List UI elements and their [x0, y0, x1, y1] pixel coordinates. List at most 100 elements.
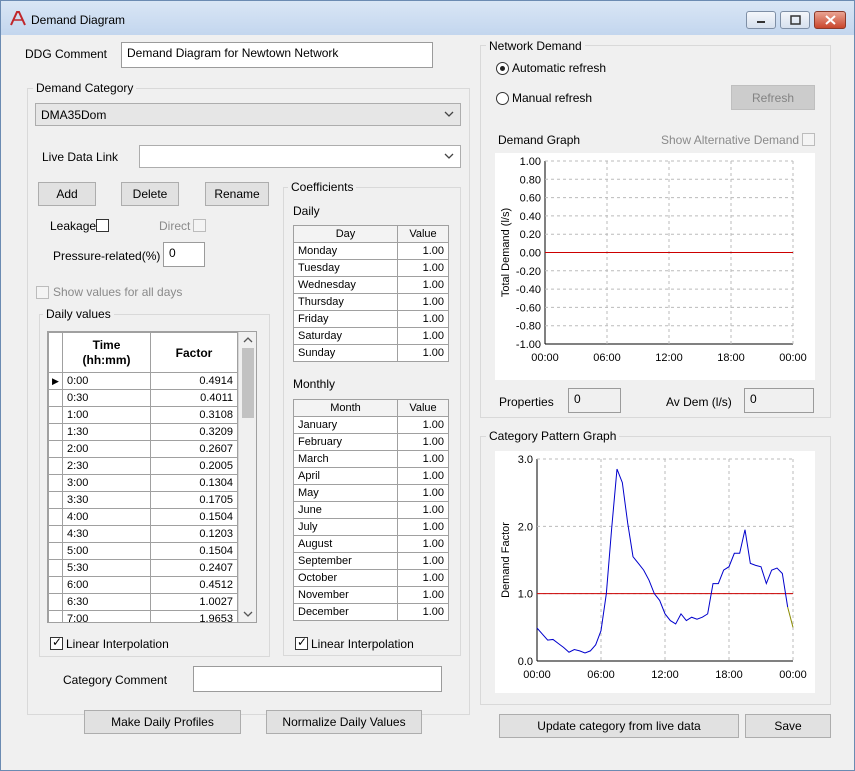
table-row[interactable]: 7:00 1.9653: [48, 610, 238, 622]
automatic-refresh-radio[interactable]: [496, 62, 509, 75]
time-cell[interactable]: 0:30: [62, 389, 151, 407]
factor-cell[interactable]: 0.2407: [150, 559, 238, 577]
time-cell[interactable]: 7:00: [62, 610, 151, 622]
time-cell[interactable]: 2:00: [62, 440, 151, 458]
factor-cell[interactable]: 1.9653: [150, 610, 238, 622]
row-header[interactable]: [48, 457, 63, 475]
daily-value-cell[interactable]: 1.00: [397, 327, 449, 345]
time-cell[interactable]: 1:00: [62, 406, 151, 424]
row-header[interactable]: [48, 491, 63, 509]
time-cell[interactable]: 1:30: [62, 423, 151, 441]
factor-cell[interactable]: 0.4914: [150, 372, 238, 390]
table-row[interactable]: 2:00 0.2607: [48, 440, 238, 458]
monthly-value-cell[interactable]: 1.00: [397, 484, 449, 502]
monthly-value-cell[interactable]: 1.00: [397, 535, 449, 553]
table-row[interactable]: April 1.00: [293, 467, 449, 485]
time-cell[interactable]: 4:30: [62, 525, 151, 543]
time-cell[interactable]: 2:30: [62, 457, 151, 475]
normalize-daily-values-button[interactable]: Normalize Daily Values: [266, 710, 422, 734]
close-button[interactable]: [814, 11, 846, 29]
daily-values-scrollbar[interactable]: [238, 332, 256, 622]
row-header[interactable]: [48, 474, 63, 492]
table-row[interactable]: Saturday 1.00: [293, 327, 449, 345]
current-row-indicator-icon[interactable]: ▶: [48, 372, 63, 390]
table-row[interactable]: 6:00 0.4512: [48, 576, 238, 594]
monthly-value-cell[interactable]: 1.00: [397, 467, 449, 485]
factor-cell[interactable]: 0.1504: [150, 508, 238, 526]
table-row[interactable]: Wednesday 1.00: [293, 276, 449, 294]
manual-refresh-radio[interactable]: [496, 92, 509, 105]
ddg-comment-input[interactable]: Demand Diagram for Newtown Network: [121, 42, 433, 68]
value-column-header[interactable]: Value: [397, 225, 449, 243]
row-header[interactable]: [48, 525, 63, 543]
row-header[interactable]: [48, 389, 63, 407]
table-row[interactable]: September 1.00: [293, 552, 449, 570]
table-row[interactable]: 1:00 0.3108: [48, 406, 238, 424]
monthly-value-cell[interactable]: 1.00: [397, 501, 449, 519]
table-row[interactable]: November 1.00: [293, 586, 449, 604]
factor-cell[interactable]: 0.4011: [150, 389, 238, 407]
row-header[interactable]: [48, 576, 63, 594]
factor-cell[interactable]: 0.1304: [150, 474, 238, 492]
time-cell[interactable]: 3:00: [62, 474, 151, 492]
delete-button[interactable]: Delete: [121, 182, 179, 206]
leakage-checkbox[interactable]: [96, 219, 109, 232]
value-column-header[interactable]: Value: [397, 399, 449, 417]
table-row[interactable]: August 1.00: [293, 535, 449, 553]
monthly-value-cell[interactable]: 1.00: [397, 603, 449, 621]
row-header[interactable]: [48, 440, 63, 458]
monthly-linear-interpolation-checkbox[interactable]: ✓: [295, 636, 308, 650]
table-row[interactable]: 5:30 0.2407: [48, 559, 238, 577]
table-row[interactable]: 1:30 0.3209: [48, 423, 238, 441]
table-row[interactable]: January 1.00: [293, 416, 449, 434]
table-row[interactable]: 5:00 0.1504: [48, 542, 238, 560]
time-cell[interactable]: 5:30: [62, 559, 151, 577]
show-alternative-demand-checkbox[interactable]: [802, 133, 815, 146]
row-header[interactable]: [48, 406, 63, 424]
row-header[interactable]: [48, 508, 63, 526]
category-comment-input[interactable]: [193, 666, 442, 692]
daily-value-cell[interactable]: 1.00: [397, 242, 449, 260]
table-row[interactable]: February 1.00: [293, 433, 449, 451]
factor-column-header[interactable]: Factor: [150, 332, 238, 373]
table-row[interactable]: Friday 1.00: [293, 310, 449, 328]
time-cell[interactable]: 6:00: [62, 576, 151, 594]
factor-cell[interactable]: 0.3108: [150, 406, 238, 424]
update-category-button[interactable]: Update category from live data: [499, 714, 739, 738]
table-row[interactable]: Tuesday 1.00: [293, 259, 449, 277]
table-row[interactable]: 4:00 0.1504: [48, 508, 238, 526]
month-column-header[interactable]: Month: [293, 399, 398, 417]
add-button[interactable]: Add: [38, 182, 96, 206]
monthly-value-cell[interactable]: 1.00: [397, 416, 449, 434]
daily-value-cell[interactable]: 1.00: [397, 293, 449, 311]
table-row[interactable]: 2:30 0.2005: [48, 457, 238, 475]
monthly-value-cell[interactable]: 1.00: [397, 569, 449, 587]
daily-value-cell[interactable]: 1.00: [397, 310, 449, 328]
save-button[interactable]: Save: [745, 714, 831, 738]
table-row[interactable]: December 1.00: [293, 603, 449, 621]
daily-value-cell[interactable]: 1.00: [397, 276, 449, 294]
pressure-related-input[interactable]: 0: [163, 242, 205, 267]
monthly-value-cell[interactable]: 1.00: [397, 433, 449, 451]
maximize-button[interactable]: [780, 11, 810, 29]
time-cell[interactable]: 0:00: [62, 372, 151, 390]
table-row[interactable]: 0:30 0.4011: [48, 389, 238, 407]
daily-linear-interpolation-checkbox[interactable]: ✓: [50, 636, 63, 650]
scroll-thumb[interactable]: [242, 348, 254, 418]
row-header[interactable]: [48, 423, 63, 441]
time-cell[interactable]: 3:30: [62, 491, 151, 509]
monthly-value-cell[interactable]: 1.00: [397, 586, 449, 604]
daily-value-cell[interactable]: 1.00: [397, 344, 449, 362]
factor-cell[interactable]: 0.2607: [150, 440, 238, 458]
demand-category-select[interactable]: DMA35Dom: [35, 103, 461, 126]
scroll-down-icon[interactable]: [243, 610, 253, 618]
time-column-header[interactable]: Time (hh:mm): [62, 332, 151, 373]
table-row[interactable]: March 1.00: [293, 450, 449, 468]
table-row[interactable]: 3:00 0.1304: [48, 474, 238, 492]
scroll-up-icon[interactable]: [243, 336, 253, 344]
time-cell[interactable]: 5:00: [62, 542, 151, 560]
factor-cell[interactable]: 0.1203: [150, 525, 238, 543]
table-row[interactable]: Sunday 1.00: [293, 344, 449, 362]
time-cell[interactable]: 6:30: [62, 593, 151, 611]
table-row[interactable]: 4:30 0.1203: [48, 525, 238, 543]
